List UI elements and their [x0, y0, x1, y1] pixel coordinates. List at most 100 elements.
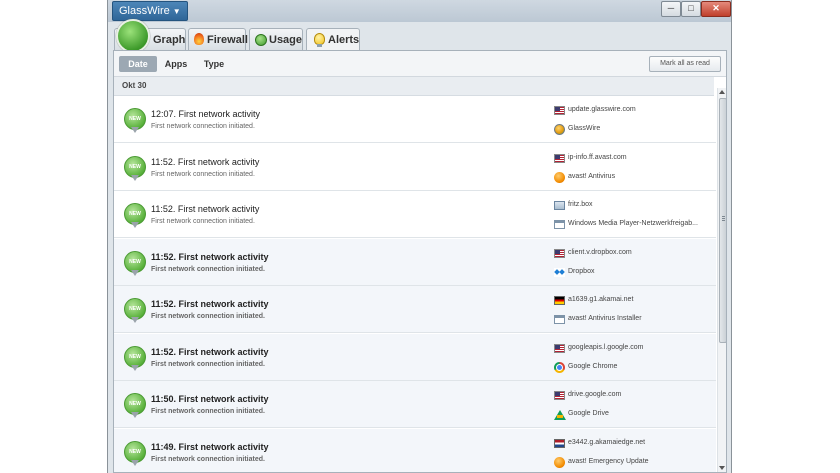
app-window: GlassWire ▼ ─ □ ✕ Graph Firewall Usage Al…	[107, 0, 732, 473]
window-icon	[554, 315, 565, 324]
alert-row[interactable]: NEW 11:50. First network activity First ne…	[114, 381, 716, 428]
alert-app-label: avast! Antivirus Installer	[568, 315, 642, 322]
alert-host[interactable]: drive.google.com	[554, 390, 714, 402]
alert-app[interactable]: Google Chrome	[554, 361, 714, 374]
filter-apps-button[interactable]: Apps	[163, 56, 189, 72]
alert-title: 11:50. First network activity	[151, 394, 269, 404]
tab-usage-label: Usage	[269, 34, 303, 46]
filter-date-button[interactable]: Date	[119, 56, 157, 72]
alert-host-label: fritz.box	[568, 201, 593, 208]
tab-alerts[interactable]: Alerts	[306, 28, 360, 51]
alert-app[interactable]: avast! Antivirus	[554, 171, 714, 184]
nl-flag-icon	[554, 438, 565, 448]
new-badge-label: NEW	[129, 211, 141, 217]
new-badge-icon: NEW	[124, 155, 146, 181]
new-badge-icon: NEW	[124, 440, 146, 466]
minimize-button[interactable]: ─	[661, 1, 681, 17]
alert-description: First network connection initiated.	[151, 360, 265, 368]
title-bar: GlassWire ▼ ─ □ ✕	[108, 0, 731, 22]
tab-firewall[interactable]: Firewall	[188, 28, 248, 50]
alert-host[interactable]: update.glasswire.com	[554, 105, 714, 117]
alert-host[interactable]: client.v.dropbox.com	[554, 248, 714, 260]
alert-description: First network connection initiated.	[151, 170, 255, 178]
glasswire-icon	[554, 124, 565, 135]
alert-app-label: Google Chrome	[568, 362, 618, 370]
alert-host[interactable]: fritz.box	[554, 200, 714, 212]
alert-app[interactable]: Windows Media Player-Netzwerkfreigab...	[554, 219, 714, 231]
alert-host-label: googleapis.l.google.com	[568, 343, 644, 351]
scroll-down-arrow-icon[interactable]	[719, 466, 725, 470]
new-badge-label: NEW	[129, 116, 141, 122]
alert-app-label: Windows Media Player-Netzwerkfreigab...	[568, 220, 698, 227]
scrollbar-thumb[interactable]	[719, 98, 726, 343]
scroll-up-arrow-icon[interactable]	[719, 90, 725, 94]
alert-title: 11:52. First network activity	[151, 156, 260, 167]
usage-dot-icon	[255, 34, 267, 46]
new-badge-label: NEW	[129, 163, 141, 170]
alert-app[interactable]: Dropbox	[554, 267, 714, 279]
alert-host[interactable]: a1639.g1.akamai.net	[554, 295, 714, 307]
alert-host-label: a1639.g1.akamai.net	[568, 296, 634, 303]
alert-host-label: ip-info.ff.avast.com	[568, 153, 627, 161]
alert-app[interactable]: avast! Antivirus Installer	[554, 314, 714, 326]
tab-usage[interactable]: Usage	[249, 28, 303, 50]
alert-app[interactable]: avast! Emergency Update	[554, 456, 714, 469]
alert-app-label: GlassWire	[568, 125, 601, 132]
flame-icon	[194, 33, 204, 45]
gdrive-icon	[554, 410, 566, 420]
alert-row[interactable]: NEW 12:07. First network activity First ne…	[114, 96, 716, 143]
alert-host-label: drive.google.com	[568, 391, 622, 398]
alert-row[interactable]: NEW 11:52. First network activity First ne…	[114, 333, 716, 381]
alert-host-label: client.v.dropbox.com	[568, 248, 632, 256]
avast-icon	[554, 171, 565, 183]
de-flag-icon	[554, 296, 565, 305]
alert-app-label: Dropbox	[568, 267, 595, 275]
new-badge-label: NEW	[129, 353, 141, 360]
filter-toolbar: Date Apps Type Mark all as read	[114, 51, 726, 77]
alert-row[interactable]: NEW 11:49. First network activity First ne…	[114, 428, 716, 472]
alert-row[interactable]: NEW 11:52. First network activity First ne…	[114, 238, 716, 286]
new-badge-label: NEW	[129, 258, 141, 265]
caret-down-icon: ▼	[172, 7, 181, 16]
alert-host[interactable]: e3442.g.akamaiedge.net	[554, 438, 714, 450]
main-tabs: Graph Firewall Usage Alerts	[108, 22, 731, 51]
alert-host[interactable]: ip-info.ff.avast.com	[554, 153, 714, 165]
alert-title: 11:52. First network activity	[151, 299, 269, 309]
filter-type-button[interactable]: Type	[201, 56, 227, 72]
app-menu-button[interactable]: GlassWire ▼	[112, 1, 188, 21]
alert-row[interactable]: NEW 11:52. First network activity First ne…	[114, 143, 716, 191]
new-badge-icon: NEW	[124, 108, 146, 133]
alert-app[interactable]: GlassWire	[554, 124, 714, 136]
mark-all-read-button[interactable]: Mark all as read	[649, 56, 721, 72]
maximize-button[interactable]: □	[681, 1, 701, 17]
alert-app[interactable]: Google Drive	[554, 409, 714, 421]
us-flag-icon	[554, 106, 565, 115]
tab-graph-label: Graph	[153, 34, 186, 46]
lan-icon	[554, 201, 565, 210]
avast-icon	[554, 456, 565, 468]
us-flag-icon	[554, 391, 565, 400]
new-badge-icon: NEW	[124, 203, 146, 228]
bulb-icon	[314, 33, 325, 47]
alert-title: 11:52. First network activity	[151, 346, 269, 357]
date-group-header: Okt 30	[114, 77, 714, 96]
new-badge-label: NEW	[129, 448, 141, 455]
alert-title: 11:52. First network activity	[151, 251, 269, 262]
us-flag-icon	[554, 153, 565, 163]
us-flag-icon	[554, 248, 565, 258]
graph-ball-icon[interactable]	[116, 19, 150, 53]
alert-title: 11:52. First network activity	[151, 204, 260, 214]
close-button[interactable]: ✕	[701, 1, 731, 17]
chrome-icon	[554, 361, 565, 373]
alert-host[interactable]: googleapis.l.google.com	[554, 343, 714, 355]
vertical-scrollbar[interactable]	[717, 88, 726, 472]
alert-host-label: e3442.g.akamaiedge.net	[568, 438, 646, 446]
alert-description: First network connection initiated.	[151, 455, 265, 463]
new-badge-label: NEW	[129, 401, 141, 407]
tab-firewall-label: Firewall	[207, 34, 248, 46]
alert-description: First network connection initiated.	[151, 123, 255, 130]
date-group-label: Okt 30	[122, 81, 147, 90]
us-flag-icon	[554, 343, 565, 353]
alert-row[interactable]: NEW 11:52. First network activity First ne…	[114, 286, 716, 333]
alert-row[interactable]: NEW 11:52. First network activity First ne…	[114, 191, 716, 238]
